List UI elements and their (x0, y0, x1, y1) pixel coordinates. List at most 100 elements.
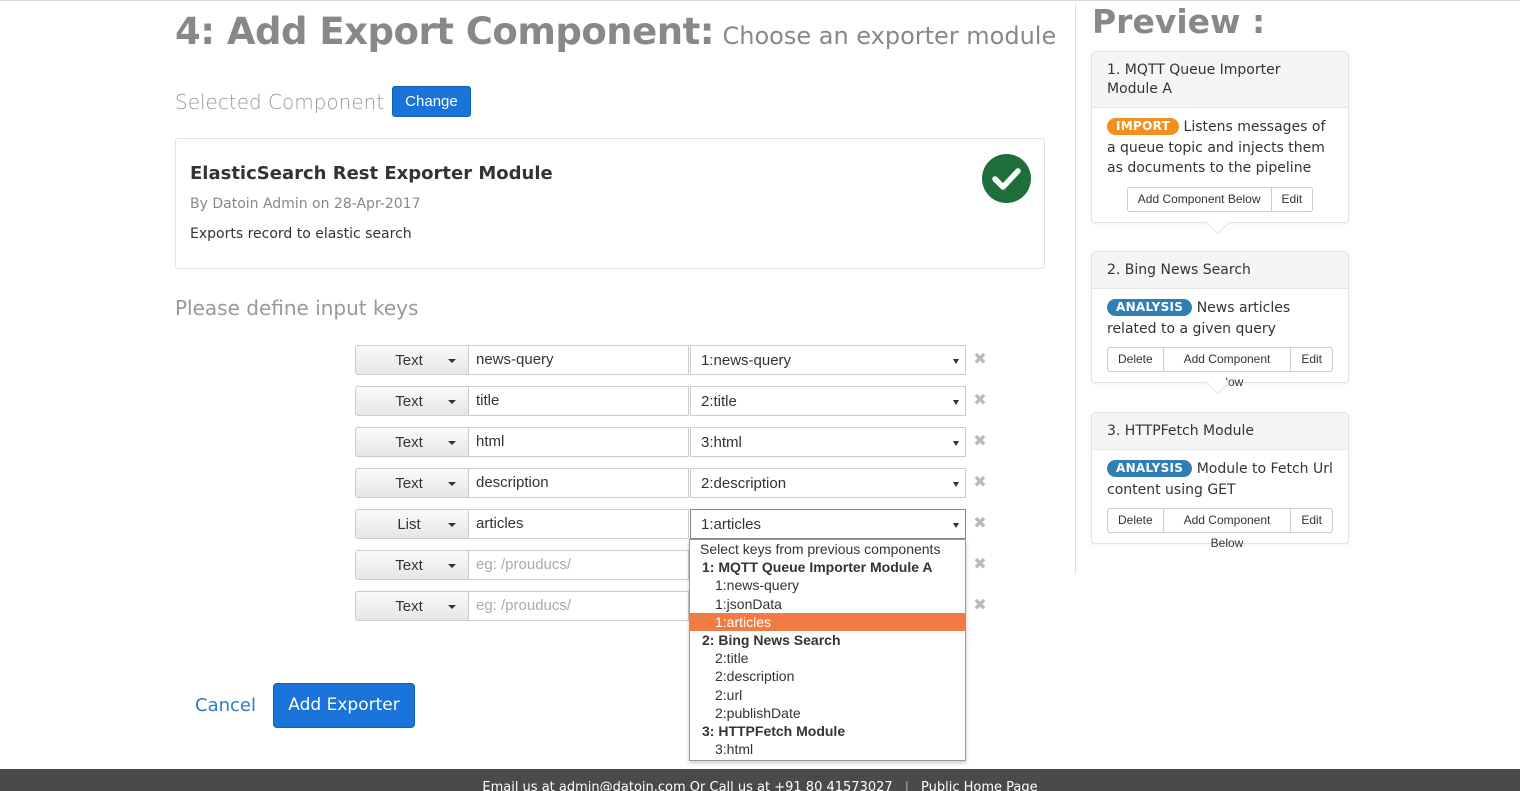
change-button[interactable]: Change (392, 86, 471, 117)
select-arrow-icon (953, 482, 959, 487)
caret-down-icon (448, 482, 456, 486)
keys-dropdown-list[interactable]: Select keys from previous components 1: M… (689, 539, 966, 761)
remove-row-icon[interactable]: ✖ (970, 345, 990, 375)
select-arrow-icon (953, 400, 959, 405)
key-source-select[interactable]: 1:news-query (690, 345, 966, 375)
key-source-value: 1:articles (701, 516, 762, 533)
preview-card-actions: DeleteAdd Component BelowEdit (1107, 508, 1333, 550)
caret-down-icon (448, 523, 456, 527)
top-border (0, 0, 1520, 4)
page-title: 4: Add Export Component: Choose an expor… (175, 10, 1056, 53)
caret-down-icon (448, 441, 456, 445)
component-description: Exports record to elastic search (190, 226, 412, 242)
key-type-label: Text (395, 598, 423, 615)
add-component-below-button[interactable]: Add Component Below (1126, 186, 1272, 212)
key-name-input[interactable]: html (469, 427, 689, 457)
preview-title: Preview : (1092, 2, 1266, 41)
edit-button[interactable]: Edit (1290, 508, 1333, 533)
key-source-select[interactable]: 2:title (690, 386, 966, 416)
dropdown-group-label: 2: Bing News Search (702, 631, 841, 648)
key-type-label: Text (395, 557, 423, 574)
input-key-row: Text title 2:title ✖ (355, 386, 990, 416)
remove-row-icon[interactable]: ✖ (970, 591, 990, 621)
preview-card-title: 2. Bing News Search (1092, 252, 1348, 289)
key-source-select[interactable]: 2:description (690, 468, 966, 498)
key-source-value: 2:title (701, 393, 737, 410)
remove-row-icon[interactable]: ✖ (970, 509, 990, 539)
select-arrow-icon (953, 359, 959, 364)
delete-button[interactable]: Delete (1107, 347, 1164, 372)
dropdown-option[interactable]: 1:articles (690, 612, 965, 631)
component-meta: By Datoin Admin on 28-Apr-2017 (190, 196, 421, 212)
key-type-label: List (397, 516, 421, 533)
key-name-input[interactable]: eg: /prouducs/ (469, 591, 689, 621)
key-type-label: Text (395, 393, 423, 410)
remove-row-icon[interactable]: ✖ (970, 468, 990, 498)
key-source-select[interactable]: 1:articles (690, 509, 966, 539)
key-type-dropdown[interactable]: Text (355, 345, 469, 375)
preview-card-title: 3. HTTPFetch Module (1092, 413, 1348, 450)
preview-card-title: 1. MQTT Queue Importer Module A (1092, 52, 1348, 108)
input-keys-label: Please define input keys (175, 296, 419, 320)
caret-down-icon (448, 605, 456, 609)
caret-down-icon (448, 359, 456, 363)
key-type-label: Text (395, 475, 423, 492)
key-source-value: 3:html (701, 434, 742, 451)
key-source-select[interactable]: 3:html (690, 427, 966, 457)
edit-button[interactable]: Edit (1290, 347, 1333, 372)
select-arrow-icon (953, 441, 959, 446)
check-circle-icon (982, 154, 1031, 203)
key-name-input[interactable]: news-query (469, 345, 689, 375)
footer: Email us at admin@datoin.com Or Call us … (0, 769, 1520, 791)
preview-card: 1. MQTT Queue Importer Module A IMPORT Li… (1091, 51, 1349, 234)
component-type-badge: ANALYSIS (1107, 460, 1193, 477)
selected-component-row: Selected Component Change (175, 86, 471, 117)
add-component-below-button[interactable]: Add Component Below (1162, 347, 1292, 389)
key-type-dropdown[interactable]: Text (355, 427, 469, 457)
dropdown-option[interactable]: 2:title (690, 649, 965, 667)
select-arrow-icon (953, 523, 959, 528)
footer-contact: Email us at admin@datoin.com Or Call us … (482, 780, 893, 791)
step-subtitle: Choose an exporter module (722, 22, 1057, 50)
dropdown-option[interactable]: 2:url (690, 686, 965, 704)
delete-button[interactable]: Delete (1107, 508, 1164, 533)
input-key-row: List articles 1:articles ✖ (355, 509, 990, 539)
key-name-input[interactable]: title (469, 386, 689, 416)
connector-arrow-icon (1206, 211, 1230, 234)
dropdown-group-label: 3: HTTPFetch Module (702, 722, 846, 739)
key-source-value: 2:description (701, 475, 787, 492)
preview-card-body: IMPORT Listens messages of a queue topic… (1092, 108, 1348, 212)
add-exporter-button[interactable]: Add Exporter (273, 683, 415, 728)
dropdown-option[interactable]: 3:html (690, 740, 965, 758)
preview-card-actions: DeleteAdd Component BelowEdit (1107, 347, 1333, 389)
key-type-dropdown[interactable]: Text (355, 468, 469, 498)
selected-component-label: Selected Component (175, 89, 385, 114)
remove-row-icon[interactable]: ✖ (970, 427, 990, 457)
caret-down-icon (448, 400, 456, 404)
edit-button[interactable]: Edit (1270, 186, 1314, 212)
input-key-row: Text description 2:description ✖ (355, 468, 990, 498)
dropdown-option[interactable]: 1:news-query (690, 576, 965, 594)
preview-card-body: ANALYSIS Module to Fetch Url content usi… (1092, 450, 1348, 550)
dropdown-option[interactable]: 1:jsonData (690, 595, 965, 613)
key-type-dropdown[interactable]: Text (355, 550, 469, 580)
remove-row-icon[interactable]: ✖ (970, 550, 990, 580)
key-type-dropdown[interactable]: Text (355, 386, 469, 416)
key-name-input[interactable]: description (469, 468, 689, 498)
dropdown-option[interactable]: 2:publishDate (690, 704, 965, 722)
key-type-dropdown[interactable]: Text (355, 591, 469, 621)
dropdown-option[interactable]: 2:description (690, 667, 965, 685)
key-name-input[interactable]: eg: /prouducs/ (469, 550, 689, 580)
step-title: 4: Add Export Component: (175, 10, 715, 53)
dropdown-hint: Select keys from previous components (700, 541, 941, 557)
key-type-dropdown[interactable]: List (355, 509, 469, 539)
key-type-label: Text (395, 434, 423, 451)
public-home-link[interactable]: Public Home Page (921, 780, 1038, 791)
add-component-below-button[interactable]: Add Component Below (1162, 508, 1292, 550)
caret-down-icon (448, 564, 456, 568)
preview-card: 3. HTTPFetch Module ANALYSIS Module to Fe… (1091, 412, 1349, 550)
input-key-row: Text news-query 1:news-query ✖ (355, 345, 990, 375)
remove-row-icon[interactable]: ✖ (970, 386, 990, 416)
key-name-input[interactable]: articles (469, 509, 689, 539)
cancel-link[interactable]: Cancel (195, 695, 256, 716)
